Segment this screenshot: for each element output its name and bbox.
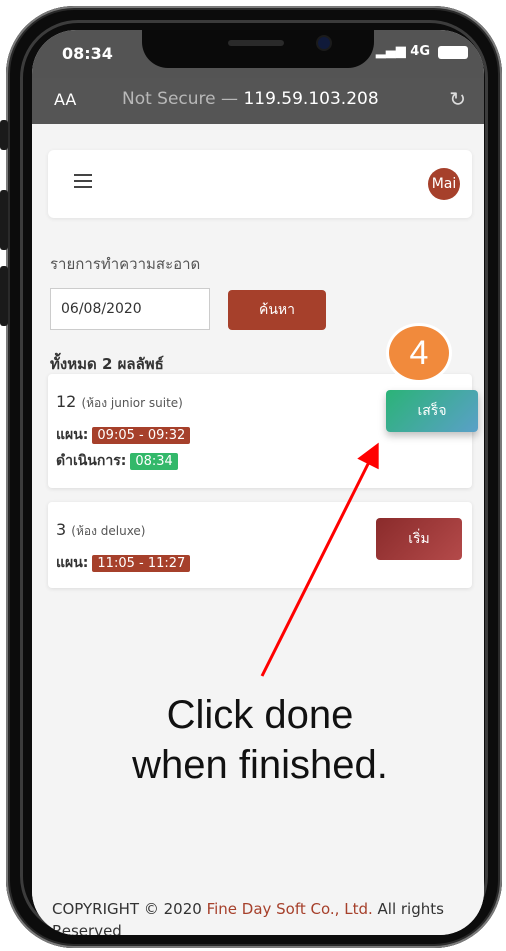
red-arrow [260,442,379,677]
instruction-text: Click done when finished. [40,690,480,790]
instruction-line: when finished. [132,743,388,787]
instruction-line: Click done [166,693,354,737]
